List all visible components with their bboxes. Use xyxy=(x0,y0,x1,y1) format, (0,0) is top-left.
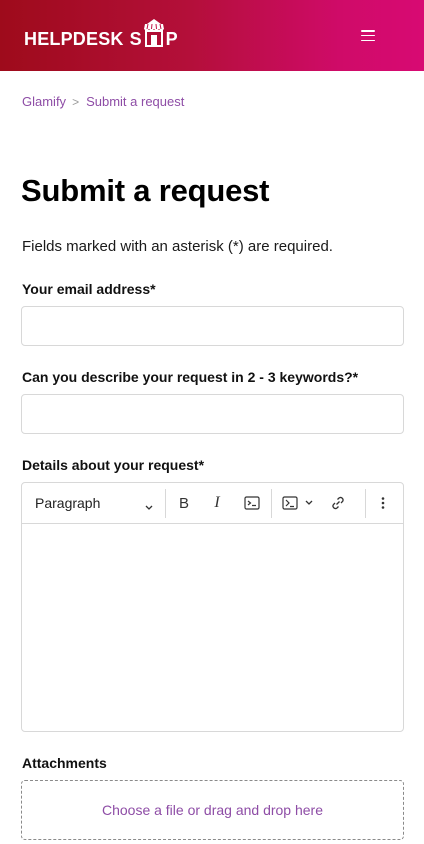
logo-shop-word: S P xyxy=(130,16,178,50)
breadcrumb-separator: > xyxy=(72,94,80,109)
toolbar-divider xyxy=(365,489,366,518)
block-format-select[interactable]: Paragraph xyxy=(35,495,100,511)
details-editor: Paragraph B I xyxy=(21,482,404,732)
more-options-icon[interactable] xyxy=(373,493,393,513)
keywords-field[interactable] xyxy=(21,394,404,434)
italic-icon[interactable]: I xyxy=(207,493,227,513)
link-icon[interactable] xyxy=(328,493,348,513)
logo-text: HELPDESK xyxy=(24,29,124,49)
file-dropzone[interactable]: Choose a file or drag and drop here xyxy=(21,780,404,840)
details-label: Details about your request* xyxy=(22,457,205,473)
toolbar-divider xyxy=(271,489,272,518)
breadcrumb: Glamify > Submit a request xyxy=(22,94,184,109)
site-header: HELPDESK S P xyxy=(0,0,424,71)
required-fields-note: Fields marked with an asterisk (*) are r… xyxy=(22,238,333,255)
breadcrumb-item-glamify[interactable]: Glamify xyxy=(22,94,66,109)
storefront-icon xyxy=(143,16,165,50)
dropzone-text: Choose a file or drag and drop here xyxy=(101,802,324,818)
toolbar-divider xyxy=(165,489,166,518)
chevron-down-icon[interactable] xyxy=(303,493,315,513)
code-block-icon[interactable] xyxy=(280,493,300,513)
editor-toolbar: Paragraph B I xyxy=(22,483,403,524)
hamburger-menu-icon[interactable] xyxy=(361,30,375,41)
email-label: Your email address* xyxy=(22,281,156,297)
breadcrumb-item-submit-request[interactable]: Submit a request xyxy=(86,94,184,109)
page-title: Submit a request xyxy=(21,173,270,208)
email-field[interactable] xyxy=(21,306,404,346)
bold-icon[interactable]: B xyxy=(174,493,194,513)
keywords-label: Can you describe your request in 2 - 3 k… xyxy=(22,369,359,385)
helpdesk-shop-logo[interactable]: HELPDESK S P xyxy=(24,18,178,52)
attachments-label: Attachments xyxy=(22,755,107,771)
details-text-area[interactable] xyxy=(22,524,403,731)
code-icon[interactable] xyxy=(242,493,262,513)
chevron-down-icon[interactable] xyxy=(145,498,153,516)
